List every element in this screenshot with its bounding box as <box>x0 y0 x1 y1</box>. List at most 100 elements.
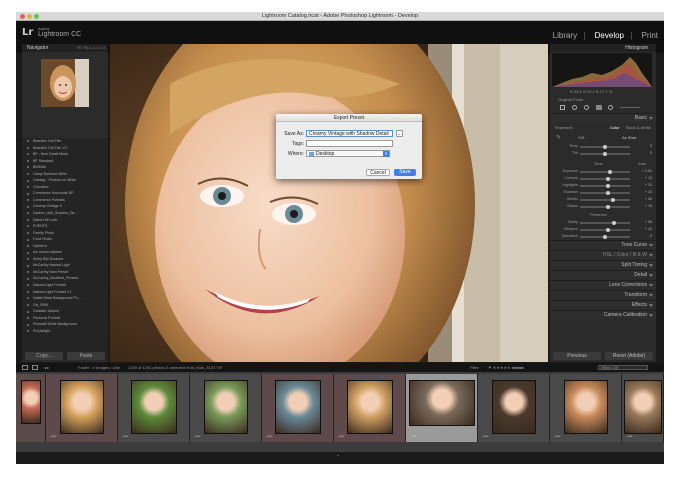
slider-track[interactable] <box>580 197 630 202</box>
rating-stars[interactable]: **** <box>411 435 416 439</box>
camera-calibration-header[interactable]: Camera Calibration <box>550 310 656 319</box>
filmstrip-thumbnail[interactable] <box>274 380 321 434</box>
filmstrip-cell[interactable]: **** <box>550 374 622 442</box>
filmstrip-cell[interactable]: **** <box>46 374 118 442</box>
rating-stars[interactable]: **** <box>123 435 128 439</box>
filmstrip-source[interactable]: Folder : 4 Images I Like <box>78 363 120 372</box>
module-print[interactable]: Print <box>642 31 658 40</box>
save-as-input[interactable]: Creamy Vintage with Shadow Detail <box>306 130 393 137</box>
module-develop[interactable]: Develop <box>595 31 624 40</box>
slider-value[interactable]: + 1.01 <box>642 169 652 173</box>
previous-button[interactable]: Previous <box>553 352 601 360</box>
effects-header[interactable]: Effects <box>550 300 656 309</box>
slider-track[interactable] <box>580 169 630 174</box>
zoom-window-button[interactable] <box>34 14 39 19</box>
slider-knob[interactable] <box>606 227 610 232</box>
filmstrip-cell[interactable]: **** <box>262 374 334 442</box>
slider-value[interactable]: - 2 <box>648 234 652 238</box>
slider-track[interactable] <box>580 151 630 156</box>
slider-knob[interactable] <box>602 234 607 239</box>
slider-knob[interactable] <box>606 176 610 181</box>
eyedropper-icon[interactable]: ✎ <box>556 134 561 141</box>
slider-knob[interactable] <box>603 151 607 156</box>
wb-value[interactable]: As Shot <box>622 135 636 140</box>
filter-flags-icon[interactable]: ⚑ ★★★★★ ■■■■■ <box>488 363 524 372</box>
slider-value[interactable]: + 13 <box>645 176 652 180</box>
slider-track[interactable] <box>580 183 630 188</box>
back-forward-icon[interactable]: ◂ ▸ <box>44 363 49 372</box>
slider-knob[interactable] <box>608 169 612 174</box>
filmstrip-thumbnail[interactable] <box>59 380 104 434</box>
slider-value[interactable]: + 12 <box>645 227 652 231</box>
rating-stars[interactable]: **** <box>483 435 488 439</box>
hsl-header[interactable]: HSL / Color / B & W <box>550 250 656 259</box>
rating-stars[interactable]: **** <box>627 435 632 439</box>
where-select[interactable]: Desktop ⇕ <box>306 150 390 157</box>
treatment-bw[interactable]: Black & White <box>626 125 651 130</box>
hide-filmstrip-icon[interactable]: ⌄ <box>336 452 340 458</box>
transform-header[interactable]: Transform <box>550 290 656 299</box>
slider-knob[interactable] <box>610 197 615 202</box>
slider-value[interactable]: + 12 <box>645 183 652 187</box>
second-window-icon[interactable] <box>22 365 28 370</box>
main-photo-view[interactable] <box>110 44 548 362</box>
grid-icon[interactable] <box>32 365 38 370</box>
slider-track[interactable] <box>580 176 630 181</box>
crop-icon[interactable] <box>560 105 565 110</box>
slider-value[interactable]: + 34 <box>645 220 652 224</box>
slider-knob[interactable] <box>611 220 616 225</box>
slider-track[interactable] <box>580 144 630 149</box>
graduated-filter-icon[interactable] <box>596 105 602 110</box>
navigator-zoom-options[interactable]: FIT FILL 1:1 1:4 <box>77 44 105 52</box>
close-window-button[interactable] <box>20 14 25 19</box>
filmstrip-cell[interactable]: **** <box>334 374 406 442</box>
adjustment-brush-icon[interactable] <box>620 107 640 108</box>
filmstrip-cell[interactable]: **** <box>622 374 664 442</box>
split-toning-header[interactable]: Split Toning <box>550 260 656 269</box>
rating-stars[interactable]: **** <box>339 435 344 439</box>
slider-track[interactable] <box>580 227 630 232</box>
cancel-button[interactable]: Cancel <box>366 169 390 176</box>
slider-track[interactable] <box>580 190 630 195</box>
lens-corrections-header[interactable]: Lens Corrections <box>550 280 656 289</box>
filmstrip-thumbnail[interactable] <box>408 380 475 426</box>
chevron-down-icon[interactable]: ⌄ <box>396 130 403 137</box>
tone-auto-button[interactable]: Auto <box>638 161 646 166</box>
histogram-header[interactable]: Histogram <box>550 44 656 52</box>
slider-value[interactable]: 0 <box>650 151 652 155</box>
basic-section-header[interactable]: Basic <box>550 113 656 122</box>
filmstrip-cell[interactable]: **** <box>118 374 190 442</box>
slider-knob[interactable] <box>606 183 610 188</box>
slider-track[interactable] <box>580 234 630 239</box>
slider-value[interactable]: + 12 <box>645 190 652 194</box>
slider-value[interactable]: + 30 <box>645 197 652 201</box>
spot-removal-icon[interactable] <box>572 105 577 110</box>
filmstrip-cell[interactable]: **** <box>478 374 550 442</box>
filmstrip-thumbnail[interactable] <box>563 380 608 434</box>
original-photo-label[interactable]: Original Photo <box>558 97 583 102</box>
slider-track[interactable] <box>580 220 630 225</box>
slider-value[interactable]: 0 <box>650 144 652 148</box>
tone-curve-header[interactable]: Tone Curve <box>550 240 656 249</box>
paste-settings-button[interactable]: Paste <box>67 352 105 360</box>
slider-knob[interactable] <box>606 190 610 195</box>
filmstrip-thumbnail[interactable] <box>623 380 662 434</box>
slider-track[interactable] <box>580 204 630 209</box>
tags-input[interactable] <box>306 140 393 147</box>
preset-item[interactable]: Purplelight <box>22 328 108 335</box>
rating-stars[interactable]: **** <box>195 435 200 439</box>
filmstrip-thumbnail[interactable] <box>491 380 536 434</box>
detail-header[interactable]: Detail <box>550 270 656 279</box>
filmstrip-thumbnail[interactable] <box>203 380 248 434</box>
slider-knob[interactable] <box>603 144 607 149</box>
reset-button[interactable]: Reset (Adobe) <box>605 352 653 360</box>
filmstrip-cell[interactable] <box>16 374 46 442</box>
slider-knob[interactable] <box>605 204 610 209</box>
copy-settings-button[interactable]: Copy... <box>25 352 63 360</box>
filmstrip-thumbnail[interactable] <box>346 380 393 434</box>
filter-select[interactable]: Filters Off <box>598 365 648 370</box>
minimize-window-button[interactable] <box>27 14 32 19</box>
save-button[interactable]: Save <box>394 169 416 176</box>
filmstrip-thumbnail[interactable] <box>130 380 177 434</box>
module-library[interactable]: Library <box>553 31 577 40</box>
